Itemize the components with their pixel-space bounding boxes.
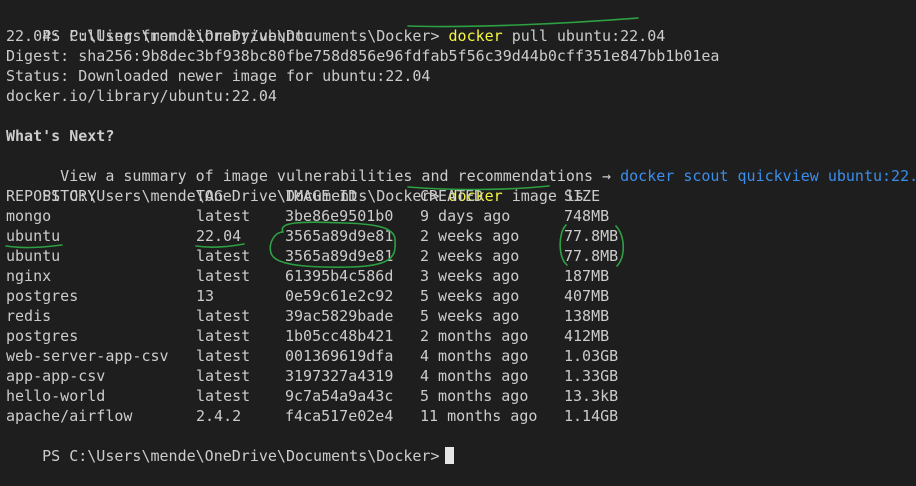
table-row: ubuntu 22.04 3565a89d9e81 2 weeks ago 77.8MB	[6, 226, 706, 246]
table-row: app-app-csv latest 3197327a4319 4 months ag…	[6, 366, 706, 386]
table-row: hello-world latest 9c7a54a9a43c 5 months ag…	[6, 386, 706, 406]
whats-next-line: View a summary of image vulnerabilities …	[6, 146, 916, 185]
cell-tag: latest	[196, 307, 251, 325]
prompt-line-1: PS C:\Users\mende\OneDrive\Documents\Doc…	[6, 6, 665, 45]
cell-tag: latest	[196, 267, 251, 285]
cell-repository: postgres	[6, 287, 79, 305]
cell-repository: apache/airflow	[6, 407, 133, 425]
cell-created: 4 months ago	[420, 347, 529, 365]
cell-size: 407MB	[564, 287, 610, 305]
cell-repository: ubuntu	[6, 227, 61, 245]
cell-repository: ubuntu	[6, 247, 61, 265]
cell-tag: latest	[196, 207, 251, 225]
cell-image-id: 39ac5829bade	[285, 307, 394, 325]
cell-tag: 22.04	[196, 227, 242, 245]
cell-image-id: 0e59c61e2c92	[285, 287, 394, 305]
header-created: CREATED	[420, 187, 484, 205]
prompt-line-3[interactable]: PS C:\Users\mende\OneDrive\Documents\Doc…	[6, 426, 455, 465]
cell-created: 4 months ago	[420, 367, 529, 385]
cell-created: 2 weeks ago	[420, 227, 520, 245]
cell-size: 1.33GB	[564, 367, 619, 385]
output-line: Status: Downloaded newer image for ubunt…	[6, 67, 431, 85]
cell-tag: 13	[196, 287, 215, 305]
cell-size: 748MB	[564, 207, 610, 225]
cell-tag: latest	[196, 347, 251, 365]
terminal-window[interactable]: PS C:\Users\mende\OneDrive\Documents\Doc…	[0, 0, 916, 471]
cell-repository: postgres	[6, 327, 79, 345]
table-row: mongo latest 3be86e9501b0 9 days ago 748MB	[6, 206, 706, 226]
cell-image-id: 1b05cc48b421	[285, 327, 394, 345]
cell-image-id: 3be86e9501b0	[285, 207, 394, 225]
cell-created: 11 months ago	[420, 407, 538, 425]
prompt-text: PS C:\Users\mende\OneDrive\Documents\Doc…	[42, 447, 440, 465]
cell-repository: web-server-app-csv	[6, 347, 169, 365]
cell-tag: latest	[196, 247, 251, 265]
cell-created: 3 weeks ago	[420, 267, 520, 285]
output-line: docker.io/library/ubuntu:22.04	[6, 87, 277, 105]
cell-size: 1.14GB	[564, 407, 619, 425]
prompt-line-2: PS C:\Users\mende\OneDrive\Documents\Doc…	[6, 166, 584, 205]
header-tag: TAG	[196, 187, 224, 205]
table-row: postgres 13 0e59c61e2c92 5 weeks ago 407MB	[6, 286, 706, 306]
cell-tag: 2.4.2	[196, 407, 242, 425]
table-row: postgres latest 1b05cc48b421 2 months ago 41…	[6, 326, 706, 346]
cell-repository: nginx	[6, 267, 52, 285]
table-row: apache/airflow 2.4.2 f4ca517e02e4 11 months…	[6, 406, 706, 426]
cell-size: 1.03GB	[564, 347, 619, 365]
cell-size: 77.8MB	[564, 247, 619, 265]
cell-repository: hello-world	[6, 387, 106, 405]
cell-created: 2 months ago	[420, 327, 529, 345]
cell-image-id: 61395b4c586d	[285, 267, 394, 285]
output-line: Digest: sha256:9b8dec3bf938bc80fbe758d85…	[6, 47, 720, 65]
cell-image-id: f4ca517e02e4	[285, 407, 394, 425]
cell-created: 9 days ago	[420, 207, 511, 225]
cell-tag: latest	[196, 327, 251, 345]
header-repository: REPOSITORY	[6, 187, 97, 205]
cell-repository: app-app-csv	[6, 367, 106, 385]
table-row: nginx latest 61395b4c586d 3 weeks ago 187MB	[6, 266, 706, 286]
table-row: redis latest 39ac5829bade 5 weeks ago 138MB	[6, 306, 706, 326]
cell-image-id: 3565a89d9e81	[285, 227, 394, 245]
cell-created: 2 weeks ago	[420, 247, 520, 265]
table-row: web-server-app-csv latest 001369619dfa 4 mo…	[6, 346, 706, 366]
whats-next-heading: What's Next?	[6, 127, 115, 145]
cell-image-id: 001369619dfa	[285, 347, 394, 365]
command-args: pull ubuntu:22.04	[511, 27, 666, 45]
cell-size: 187MB	[564, 267, 610, 285]
cell-image-id: 3197327a4319	[285, 367, 394, 385]
cell-repository: redis	[6, 307, 52, 325]
header-image-id: IMAGE ID	[285, 187, 358, 205]
text-cursor	[445, 447, 455, 464]
cell-size: 13.3kB	[564, 387, 619, 405]
cell-image-id: 9c7a54a9a43c	[285, 387, 394, 405]
cell-size: 77.8MB	[564, 227, 619, 245]
cell-size: 138MB	[564, 307, 610, 325]
cell-image-id: 3565a89d9e81	[285, 247, 394, 265]
header-size: SIZE	[564, 187, 601, 205]
cell-repository: mongo	[6, 207, 52, 225]
cell-tag: latest	[196, 367, 251, 385]
docker-keyword: docker	[448, 27, 503, 45]
cell-tag: latest	[196, 387, 251, 405]
cell-size: 412MB	[564, 327, 610, 345]
cell-created: 5 weeks ago	[420, 307, 520, 325]
table-header-row: REPOSITORY TAG IMAGE ID CREATED SIZE	[6, 186, 706, 206]
cell-created: 5 months ago	[420, 387, 529, 405]
scout-command-link[interactable]: docker scout quickview ubuntu:22.04	[620, 167, 916, 185]
table-row: ubuntu latest 3565a89d9e81 2 weeks ago 77.8M…	[6, 246, 706, 266]
cell-created: 5 weeks ago	[420, 287, 520, 305]
output-line: 22.04: Pulling from library/ubuntu	[6, 27, 314, 45]
